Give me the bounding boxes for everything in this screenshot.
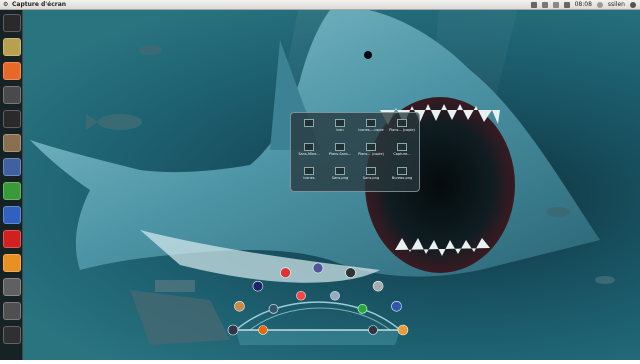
file-thumbnail-icon — [335, 119, 345, 127]
file-item[interactable]: icones — [295, 167, 323, 180]
file-item[interactable]: Sans-Mine... — [295, 143, 323, 156]
file-item[interactable]: Plans-Sans... — [326, 143, 354, 156]
file-label: Plans... (copie) — [389, 128, 415, 132]
ubuntu-software-icon[interactable] — [3, 62, 21, 80]
file-label: Plans... (copie) — [358, 152, 384, 156]
file-label: icones — [303, 176, 315, 180]
user-icon[interactable] — [596, 1, 603, 8]
folder-icon[interactable] — [3, 134, 21, 152]
file-browser-window[interactable]: Icon icones-...copie Plans... (copie) Sans-… — [290, 112, 420, 192]
vlc-icon[interactable] — [3, 254, 21, 272]
file-thumbnail-icon — [397, 167, 407, 175]
ubuntu-icon[interactable] — [3, 14, 21, 32]
file-item[interactable] — [295, 119, 323, 128]
file-item[interactable]: icones-...copie — [357, 119, 385, 132]
battery-icon[interactable] — [552, 1, 559, 8]
file-label: Sans-Mine... — [298, 152, 320, 156]
terminal-icon[interactable] — [3, 86, 21, 104]
close-app-icon[interactable] — [3, 230, 21, 248]
mail-icon[interactable] — [530, 1, 537, 8]
file-item[interactable]: Icon — [326, 119, 354, 132]
files-icon[interactable] — [3, 38, 21, 56]
gear-icon[interactable]: ⚙ — [3, 1, 8, 8]
file-label: Capture... — [393, 152, 411, 156]
system-icon[interactable] — [3, 110, 21, 128]
power-icon[interactable] — [630, 1, 636, 8]
file-item[interactable]: Sans.png — [357, 167, 385, 180]
file-thumbnail-icon — [335, 143, 345, 151]
top-panel: ⚙ Capture d'écran 08:08 ssilen — [0, 0, 640, 10]
file-item[interactable]: Capture... — [388, 143, 416, 156]
file-thumbnail-icon — [366, 167, 376, 175]
volume-icon[interactable] — [563, 1, 570, 8]
chromium-icon[interactable] — [3, 182, 21, 200]
app-title: Capture d'écran — [12, 1, 67, 8]
file-item[interactable]: Plans... (copie) — [357, 143, 385, 156]
file-item[interactable]: Plans... (copie) — [388, 119, 416, 132]
file-label: icones-...copie — [358, 128, 384, 132]
network-icon[interactable] — [541, 1, 548, 8]
document-icon[interactable] — [3, 206, 21, 224]
media-icon[interactable] — [3, 158, 21, 176]
clock[interactable]: 08:08 — [575, 1, 592, 8]
file-item[interactable]: Bureau.png — [388, 167, 416, 180]
file-item[interactable]: Sans.png — [326, 167, 354, 180]
file-thumbnail-icon — [397, 143, 407, 151]
trash-icon[interactable] — [3, 326, 21, 344]
file-thumbnail-icon — [397, 119, 407, 127]
file-label: Icon — [336, 128, 344, 132]
file-label: Sans.png — [362, 176, 380, 180]
file-thumbnail-icon — [304, 143, 314, 151]
system-tray: 08:08 ssilen — [530, 0, 636, 9]
file-thumbnail-icon — [304, 167, 314, 175]
settings-icon[interactable] — [3, 278, 21, 296]
file-thumbnail-icon — [335, 167, 345, 175]
info-icon[interactable] — [3, 302, 21, 320]
file-label: Sans.png — [331, 176, 349, 180]
file-thumbnail-icon — [304, 119, 314, 127]
file-label: Bureau.png — [391, 176, 413, 180]
username[interactable]: ssilen — [608, 1, 625, 8]
launcher — [0, 10, 23, 360]
file-thumbnail-icon — [366, 119, 376, 127]
file-thumbnail-icon — [366, 143, 376, 151]
file-label: Plans-Sans... — [328, 152, 352, 156]
